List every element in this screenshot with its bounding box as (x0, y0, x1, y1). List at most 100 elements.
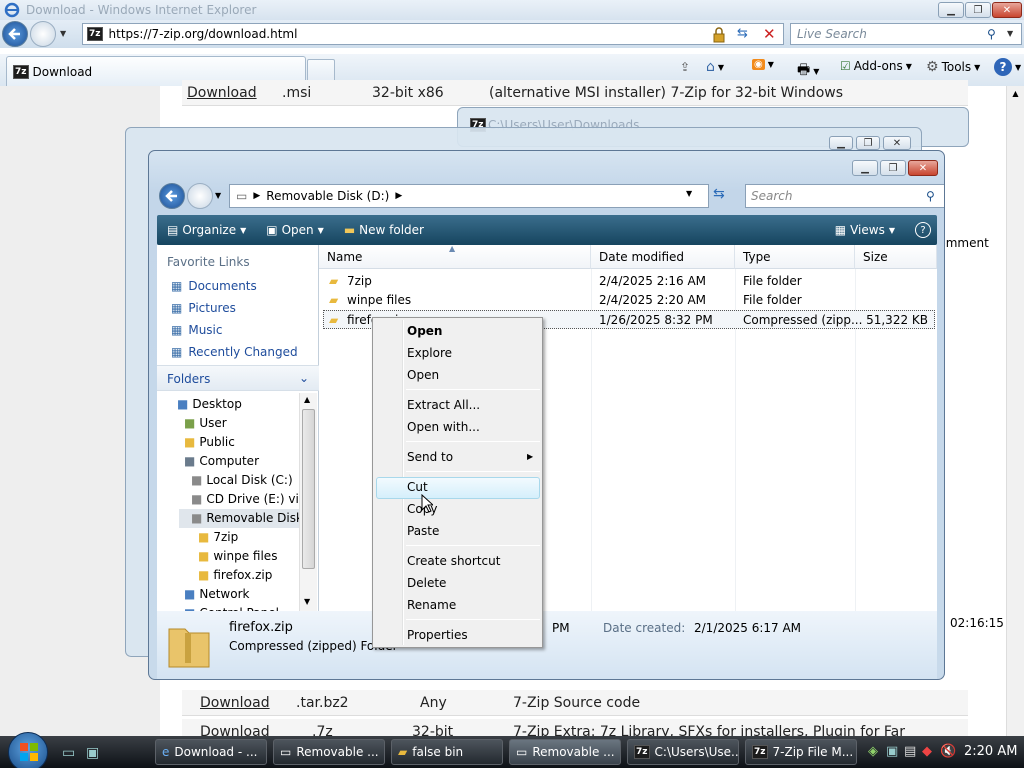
tools-button[interactable]: ⚙ Tools ▼ (926, 59, 980, 75)
taskbar-item-removable-1[interactable]: ▭ Removable ... (273, 739, 385, 765)
address-history-chevron-icon[interactable]: ▼ (686, 189, 692, 198)
tree-item[interactable]: ■ Desktop (177, 397, 242, 411)
folders-header[interactable]: Folders ⌄ (157, 365, 319, 391)
clock[interactable]: 2:20 AM (964, 744, 1017, 759)
menu-item-delete[interactable]: Delete (407, 572, 541, 594)
back-button[interactable] (2, 21, 28, 47)
menu-item-open-with[interactable]: Open with... (407, 416, 541, 438)
menu-item-rename[interactable]: Rename (407, 594, 541, 616)
organize-button[interactable]: ▤ Organize ▼ (157, 223, 256, 237)
taskbar-item-users[interactable]: 7z C:\Users\Use... (627, 739, 739, 765)
file-row-7zip[interactable]: ▰ 7zip 2/4/2025 2:16 AM File folder (323, 272, 935, 291)
breadcrumb-removable-disk[interactable]: Removable Disk (D:) (266, 189, 389, 203)
show-desktop-icon[interactable]: ▭ (62, 745, 75, 761)
menu-item-create-shortcut[interactable]: Create shortcut (407, 550, 541, 572)
rss-button[interactable]: ◉ ▼ (752, 59, 774, 70)
download-link[interactable]: Download (187, 85, 257, 101)
tree-scroll-thumb[interactable] (302, 409, 315, 569)
volume-tray-icon[interactable]: 🔇 (940, 744, 956, 759)
menu-item-send-to[interactable]: Send to ▶ (407, 446, 541, 468)
bg-close-button[interactable]: ✕ (883, 136, 911, 150)
scroll-up-icon[interactable]: ▲ (1007, 89, 1024, 98)
taskbar-item-false-bin[interactable]: ▰ false bin (391, 739, 503, 765)
open-button[interactable]: ▣ Open ▼ (256, 223, 334, 237)
tree-scrollbar[interactable]: ▲ ▼ (299, 393, 317, 611)
forward-button[interactable] (30, 21, 56, 47)
live-search-input[interactable]: Live Search ⚲ ▼ (790, 23, 1022, 45)
add-ons-button[interactable]: ☑ Add-ons ▼ (840, 59, 912, 73)
explorer-forward-button[interactable] (187, 183, 213, 209)
minimize-button[interactable]: ▁ (938, 2, 964, 18)
favorite-recently-changed[interactable]: ▦ Recently Changed (171, 345, 298, 359)
home-button[interactable]: ⌂ ▼ (706, 59, 724, 75)
favorite-music[interactable]: ▦ Music (171, 323, 223, 337)
folders-chevron-icon[interactable]: ⌄ (299, 371, 309, 385)
security-tray-icon[interactable]: ◆ (922, 744, 932, 759)
menu-item-explore[interactable]: Explore (407, 342, 541, 364)
help-button[interactable]: ? ▼ (994, 58, 1021, 76)
new-folder-button[interactable]: ▬ New folder (334, 223, 434, 237)
menu-item-extract-all[interactable]: Extract All... (407, 394, 541, 416)
tree-item[interactable]: ■CD Drive (E:) virtio (191, 492, 299, 506)
explorer-close-button[interactable]: ✕ (908, 160, 938, 176)
menu-item-paste[interactable]: Paste (407, 520, 541, 542)
explorer-window[interactable]: ▁ ❐ ✕ ▼ ▭ ▶ Removable Disk (D:) ▶ ▼ ⇆ Se… (148, 150, 945, 680)
file-row-winpe-files[interactable]: ▰ winpe files 2/4/2025 2:20 AM File fold… (323, 291, 935, 310)
scroll-up-icon[interactable]: ▲ (304, 395, 310, 404)
tree-item[interactable]: ■ firefox.zip (198, 568, 272, 582)
tree-item[interactable]: ■ Public (184, 435, 235, 449)
help-button[interactable]: ? (905, 222, 937, 238)
breadcrumb-chevron-icon[interactable]: ▶ (395, 191, 402, 201)
taskbar-item-download[interactable]: e Download - ... (155, 739, 267, 765)
feeds-button[interactable]: ⇪ (680, 60, 690, 74)
menu-item-open[interactable]: Open (407, 320, 541, 342)
favorite-documents[interactable]: ▦ Documents (171, 279, 257, 293)
explorer-minimize-button[interactable]: ▁ (852, 160, 878, 176)
favorite-pictures[interactable]: ▦ Pictures (171, 301, 236, 315)
tray-icon[interactable]: ▤ (904, 744, 916, 759)
search-icon[interactable]: ⚲ (926, 185, 935, 207)
explorer-maximize-button[interactable]: ❐ (880, 160, 906, 176)
recent-pages-chevron-icon[interactable]: ▼ (60, 29, 66, 38)
tree-item[interactable]: ■ Network (184, 587, 249, 601)
menu-item-properties[interactable]: Properties (407, 624, 541, 646)
network-tray-icon[interactable]: ◈ (868, 744, 878, 759)
explorer-back-button[interactable] (159, 183, 185, 209)
switch-windows-icon[interactable]: ▣ (86, 745, 99, 761)
menu-item-open-2[interactable]: Open (407, 364, 541, 386)
search-options-chevron-icon[interactable]: ▼ (1007, 24, 1013, 44)
recent-locations-chevron-icon[interactable]: ▼ (215, 191, 221, 200)
address-bar[interactable]: 7z https://7-zip.org/download.html ⇆ ✕ (82, 23, 784, 45)
scroll-down-icon[interactable]: ▼ (304, 597, 310, 606)
column-header-name[interactable]: Name ▲ (319, 244, 591, 269)
search-icon[interactable]: ⚲ (987, 24, 996, 44)
tree-item[interactable]: ■ 7zip (198, 530, 238, 544)
download-link[interactable]: Download (200, 695, 270, 711)
close-button[interactable]: ✕ (992, 2, 1022, 18)
explorer-address-bar[interactable]: ▭ ▶ Removable Disk (D:) ▶ ▼ (229, 184, 709, 208)
column-header-type[interactable]: Type (735, 245, 855, 269)
taskbar-item-7zip-file-manager[interactable]: 7z 7-Zip File M... (745, 739, 857, 765)
explorer-refresh-icon[interactable]: ⇆ (713, 186, 725, 202)
tree-item[interactable]: ■ Computer (184, 454, 259, 468)
taskbar-item-removable-2[interactable]: ▭ Removable ... (509, 739, 621, 765)
network-activity-tray-icon[interactable]: ▣ (886, 744, 898, 759)
tree-item[interactable]: ■ User (184, 416, 227, 430)
explorer-search-input[interactable]: Search ⚲ (745, 184, 944, 208)
tree-item[interactable]: ■Removable Disk (D:) (191, 511, 299, 525)
stop-icon[interactable]: ✕ (763, 25, 776, 43)
views-button[interactable]: ▦ Views ▼ (825, 223, 905, 237)
tree-item[interactable]: ■ winpe files (198, 549, 277, 563)
music-icon: ▦ (171, 323, 183, 337)
bg-minimize-button[interactable]: ▁ (829, 136, 853, 150)
column-header-date-modified[interactable]: Date modified (591, 245, 735, 269)
bg-maximize-button[interactable]: ❐ (856, 136, 880, 150)
page-scrollbar[interactable]: ▲ (1006, 86, 1024, 736)
refresh-icon[interactable]: ⇆ (737, 26, 748, 41)
column-header-size[interactable]: Size (855, 245, 937, 269)
start-button[interactable] (8, 732, 48, 768)
tree-item[interactable]: ■ Local Disk (C:) (191, 473, 293, 487)
lock-icon[interactable] (712, 27, 726, 43)
maximize-button[interactable]: ❐ (965, 2, 991, 18)
organize-label: Organize (182, 223, 237, 237)
